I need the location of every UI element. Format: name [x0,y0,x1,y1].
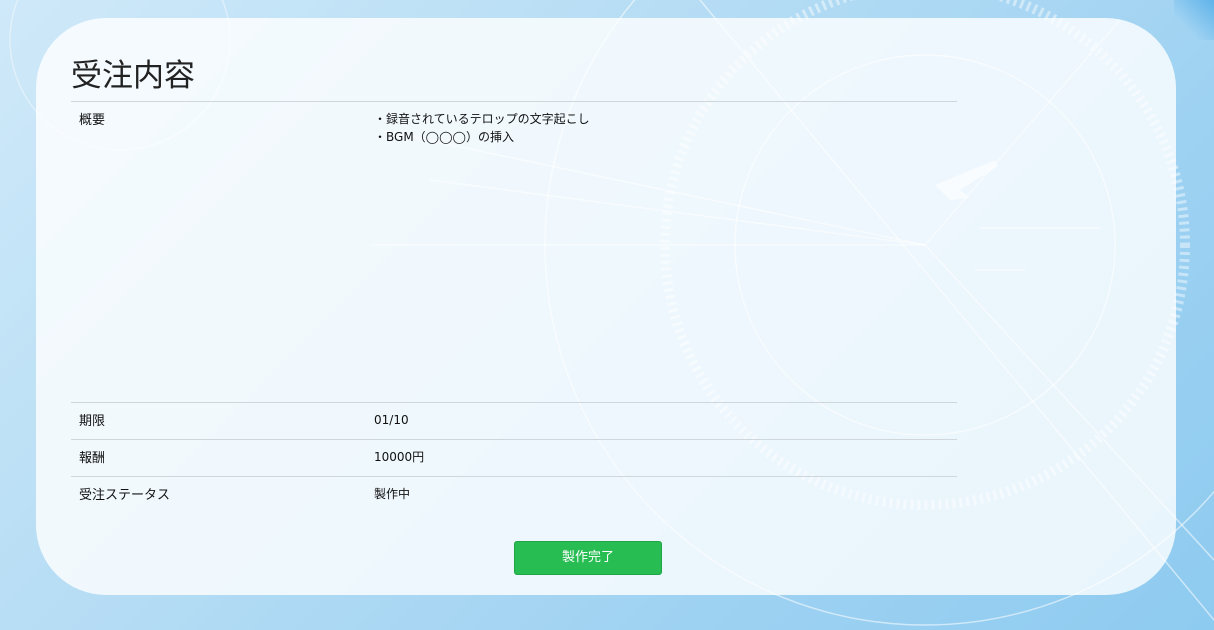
corner-accent [1174,0,1214,40]
status-value: 製作中 [374,487,411,501]
table-row-reward: 報酬 10000円 [71,440,957,477]
order-detail-card: 受注内容 概要 ・録音されているテロップの文字起こし ・BGM（◯◯◯）の挿入 … [36,18,1176,595]
summary-line: ・録音されているテロップの文字起こし [374,112,590,126]
page-title: 受注内容 [71,58,195,94]
order-details-table: 概要 ・録音されているテロップの文字起こし ・BGM（◯◯◯）の挿入 期限 01… [71,101,957,513]
table-row-summary: 概要 ・録音されているテロップの文字起こし ・BGM（◯◯◯）の挿入 [71,102,957,403]
table-row-deadline: 期限 01/10 [71,403,957,440]
summary-label: 概要 [79,113,106,128]
deadline-label: 期限 [79,414,106,429]
reward-value: 10000円 [374,450,425,464]
deadline-value: 01/10 [374,413,409,427]
reward-label: 報酬 [79,451,106,466]
summary-line: ・BGM（◯◯◯）の挿入 [374,130,514,144]
table-row-status: 受注ステータス 製作中 [71,477,957,513]
complete-production-button[interactable]: 製作完了 [514,541,662,575]
status-label: 受注ステータス [79,488,171,503]
summary-value: ・録音されているテロップの文字起こし ・BGM（◯◯◯）の挿入 [374,110,590,146]
